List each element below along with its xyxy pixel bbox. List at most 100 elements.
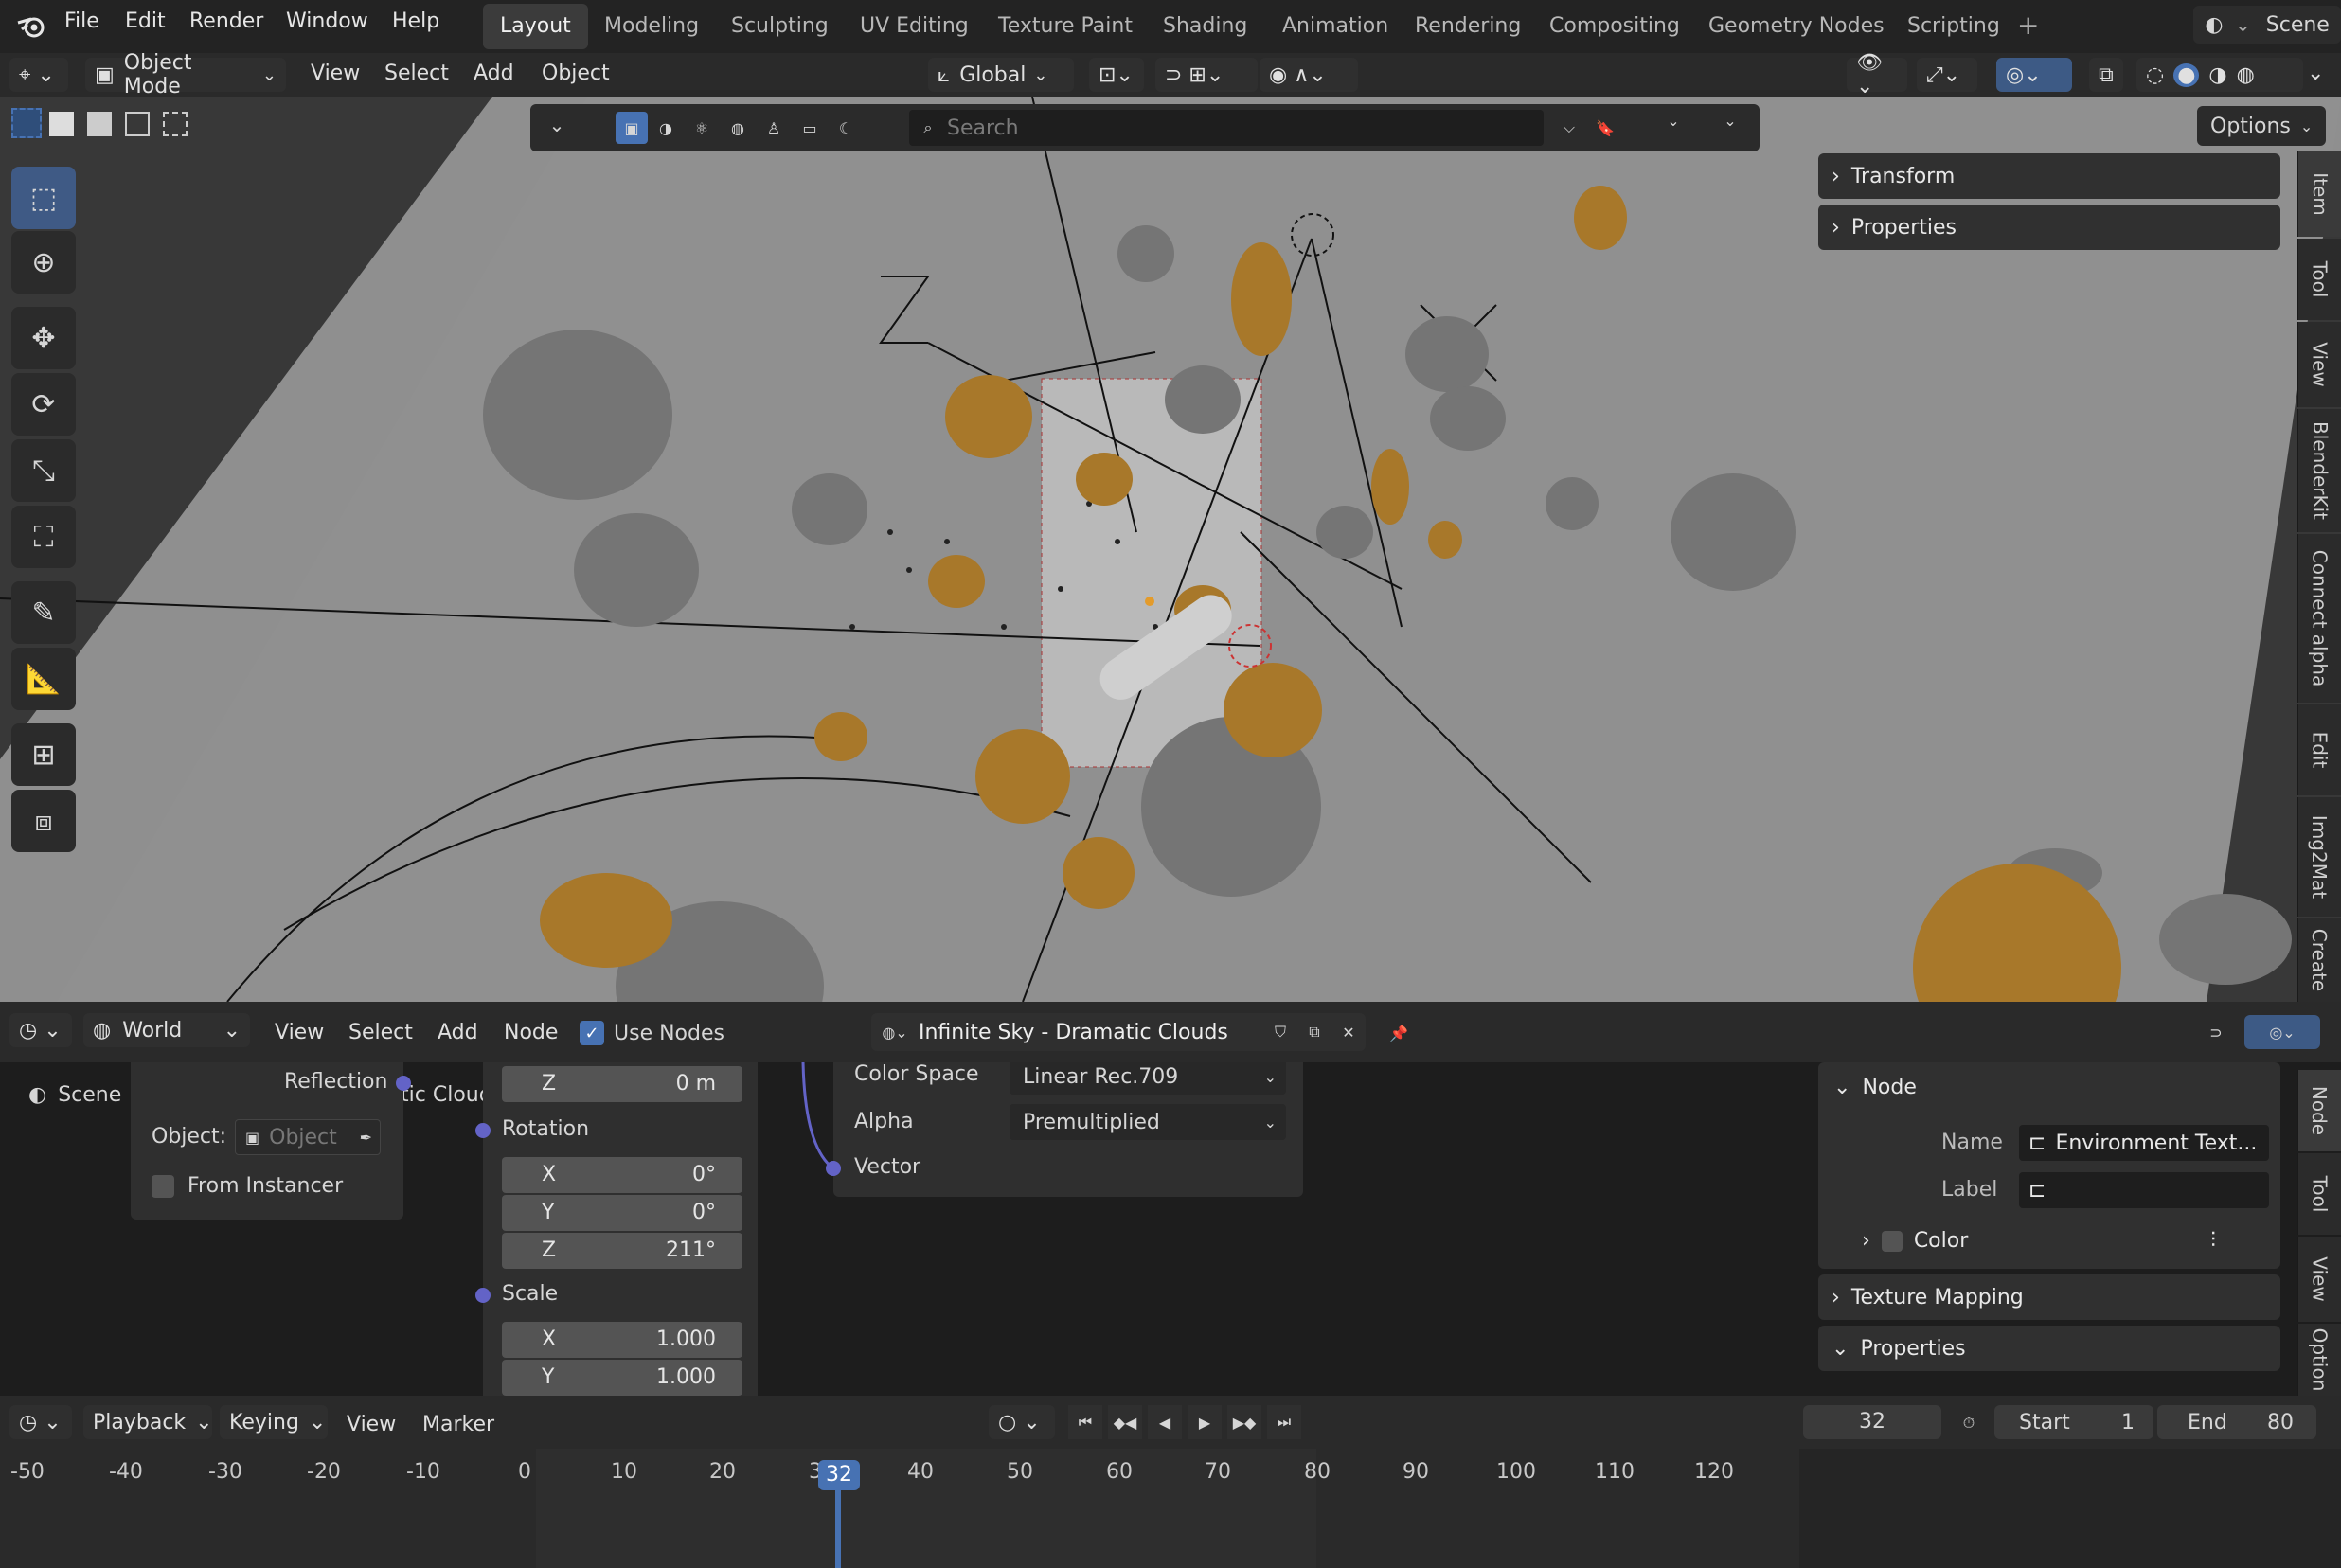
stopwatch-icon[interactable]: ⏱: [1953, 1407, 1985, 1439]
end-frame-field[interactable]: End 80: [2157, 1405, 2316, 1439]
options-dropdown[interactable]: Options ⌄: [2197, 106, 2326, 146]
fake-user-shield-icon[interactable]: ⛉: [1263, 1023, 1297, 1042]
node-name-field[interactable]: ⊏ Environment Text...: [2019, 1125, 2269, 1161]
tab-uv-editing[interactable]: UV Editing: [843, 4, 986, 49]
tab-blenderkit[interactable]: BlenderKit: [2297, 409, 2341, 532]
environment-texture-node[interactable]: Color Space Linear Rec.709 ⌄ Alpha Premu…: [826, 1062, 1303, 1197]
current-frame-field[interactable]: 32: [1803, 1405, 1941, 1439]
select-intersect-icon[interactable]: [163, 112, 188, 136]
funnel-icon[interactable]: ⌵: [1553, 112, 1585, 144]
scale-x-field[interactable]: X 1.000: [502, 1322, 742, 1358]
tab-scripting[interactable]: Scripting: [1890, 4, 2017, 49]
tool-measure[interactable]: 📐: [11, 648, 76, 710]
eyedropper-icon[interactable]: ✒: [360, 1129, 372, 1147]
menu-marker[interactable]: Marker: [422, 1413, 494, 1436]
select-mode-buttons[interactable]: [11, 108, 188, 142]
tab-tool[interactable]: Tool: [2297, 239, 2341, 320]
menu-add[interactable]: Add: [474, 62, 514, 85]
close-icon[interactable]: ✕: [1331, 1024, 1366, 1042]
alpha-dropdown[interactable]: Premultiplied ⌄: [1010, 1104, 1286, 1140]
filter-world-icon[interactable]: ◍: [720, 119, 756, 137]
transform-panel[interactable]: › Transform: [1818, 153, 2280, 199]
tab-view[interactable]: View: [2297, 322, 2341, 407]
tab-node-option[interactable]: Option: [2297, 1324, 2341, 1396]
keying-dropdown[interactable]: Keying ⌄: [220, 1405, 328, 1439]
vector-socket[interactable]: [826, 1161, 841, 1176]
play-icon[interactable]: ▶: [1188, 1405, 1222, 1439]
wireframe-shading-icon[interactable]: ◌: [2146, 63, 2164, 87]
tab-sculpting[interactable]: Sculpting: [714, 4, 846, 49]
tab-edit[interactable]: Edit: [2297, 704, 2341, 795]
menu-render[interactable]: Render: [189, 9, 263, 33]
prev-keyframe-icon[interactable]: ◆◀: [1108, 1405, 1142, 1439]
tab-rendering[interactable]: Rendering: [1398, 4, 1538, 49]
tool-cursor[interactable]: ⊕: [11, 231, 76, 294]
object-field[interactable]: ▣ Object ✒: [235, 1119, 381, 1155]
search-field[interactable]: ⌕ Search: [909, 110, 1544, 146]
node-editor[interactable]: ◐ Scene › ◍ Infinite Sky - Dramatic Clou…: [0, 1062, 2341, 1396]
tool-select-box[interactable]: ⬚: [11, 167, 76, 229]
tab-shading[interactable]: Shading: [1146, 4, 1264, 49]
duplicate-icon[interactable]: ⧉: [1297, 1023, 1331, 1042]
pivot-point-icon[interactable]: ⊡⌄: [1089, 58, 1144, 92]
chevron-down-icon[interactable]: ⌄: [1714, 112, 1746, 130]
texture-mapping-panel[interactable]: › Texture Mapping: [1818, 1274, 2280, 1320]
location-z-field[interactable]: Z 0 m: [502, 1066, 742, 1102]
tab-node-view[interactable]: View: [2297, 1237, 2341, 1322]
rendered-shading-icon[interactable]: ◍: [2237, 63, 2255, 87]
next-keyframe-icon[interactable]: ▶◆: [1227, 1405, 1261, 1439]
tool-extra[interactable]: ⧈: [11, 790, 76, 852]
shading-modes[interactable]: ◌ ● ◑ ◍: [2136, 58, 2303, 92]
select-subtract-icon[interactable]: [87, 112, 112, 136]
pin-icon[interactable]: 📌: [1383, 1017, 1415, 1049]
scene-selector[interactable]: ◐ ⌄ Scene: [2193, 6, 2341, 44]
select-extend-icon[interactable]: [49, 112, 74, 136]
menu-object[interactable]: Object: [542, 62, 610, 85]
menu-file[interactable]: File: [64, 9, 99, 33]
transform-orientation-dropdown[interactable]: ⟀ Global ⌄: [928, 58, 1074, 92]
node-label-field[interactable]: ⊏: [2019, 1172, 2269, 1208]
shader-type-dropdown[interactable]: ◍ World ⌄: [83, 1013, 250, 1047]
node-panel-header[interactable]: ⌄ Node: [1818, 1062, 2280, 1113]
select-new-icon[interactable]: [11, 108, 42, 138]
tab-animation[interactable]: Animation: [1265, 4, 1405, 49]
rotation-z-field[interactable]: Z 211°: [502, 1233, 742, 1269]
menu-select[interactable]: Select: [384, 62, 449, 85]
snap-icon[interactable]: ⊃ ⊞⌄: [1155, 58, 1258, 92]
rotation-x-field[interactable]: X 0°: [502, 1157, 742, 1193]
tab-modeling[interactable]: Modeling: [587, 4, 716, 49]
menu-window[interactable]: Window: [286, 9, 368, 33]
filter-camera-icon[interactable]: ▭: [792, 119, 828, 137]
tool-rotate[interactable]: ⟳: [11, 373, 76, 436]
bookmark-icon[interactable]: 🔖: [1589, 112, 1621, 144]
menu-help[interactable]: Help: [392, 9, 439, 33]
search-input[interactable]: Search: [947, 116, 1019, 140]
editor-type-icon[interactable]: ◷ ⌄: [9, 1405, 72, 1439]
tool-scale[interactable]: ⤡: [11, 439, 76, 502]
tab-connect-alpha[interactable]: Connect alpha: [2297, 534, 2341, 703]
filter-light-icon[interactable]: ☾: [828, 119, 864, 137]
tab-create[interactable]: Create: [2297, 918, 2341, 1002]
filter-armature-icon[interactable]: ♙: [756, 119, 792, 137]
menu-edit[interactable]: Edit: [125, 9, 166, 33]
node-properties-panel[interactable]: ⌄ Properties: [1818, 1326, 2280, 1371]
menu-view[interactable]: View: [311, 62, 360, 85]
blender-logo-icon[interactable]: [15, 11, 47, 42]
color-space-dropdown[interactable]: Linear Rec.709 ⌄: [1010, 1062, 1286, 1095]
record-icon[interactable]: ○ ⌄: [989, 1405, 1055, 1439]
play-reverse-icon[interactable]: ◀: [1148, 1405, 1182, 1439]
solid-shading-icon[interactable]: ●: [2173, 62, 2200, 87]
texture-coordinate-node[interactable]: Reflection Object: ▣ Object ✒ From Insta…: [131, 1062, 411, 1220]
object-mode-dropdown[interactable]: ▣ Object Mode ⌄: [85, 51, 286, 98]
tool-move[interactable]: ✥: [11, 307, 76, 369]
tab-layout[interactable]: Layout: [483, 4, 588, 49]
tab-node[interactable]: Node: [2297, 1070, 2341, 1151]
editor-type-icon[interactable]: ⌖ ⌄: [9, 58, 68, 92]
world-datablock[interactable]: ◍⌄ Infinite Sky - Dramatic Clouds ⛉ ⧉ ✕: [871, 1013, 1366, 1051]
properties-panel[interactable]: › Properties: [1818, 205, 2280, 250]
add-workspace-icon[interactable]: +: [2017, 9, 2039, 41]
chevron-down-icon[interactable]: ⌄: [1657, 112, 1689, 130]
tool-annotate[interactable]: ✎: [11, 581, 76, 644]
menu-node[interactable]: Node: [504, 1021, 558, 1044]
jump-start-icon[interactable]: ⏮: [1068, 1405, 1102, 1439]
